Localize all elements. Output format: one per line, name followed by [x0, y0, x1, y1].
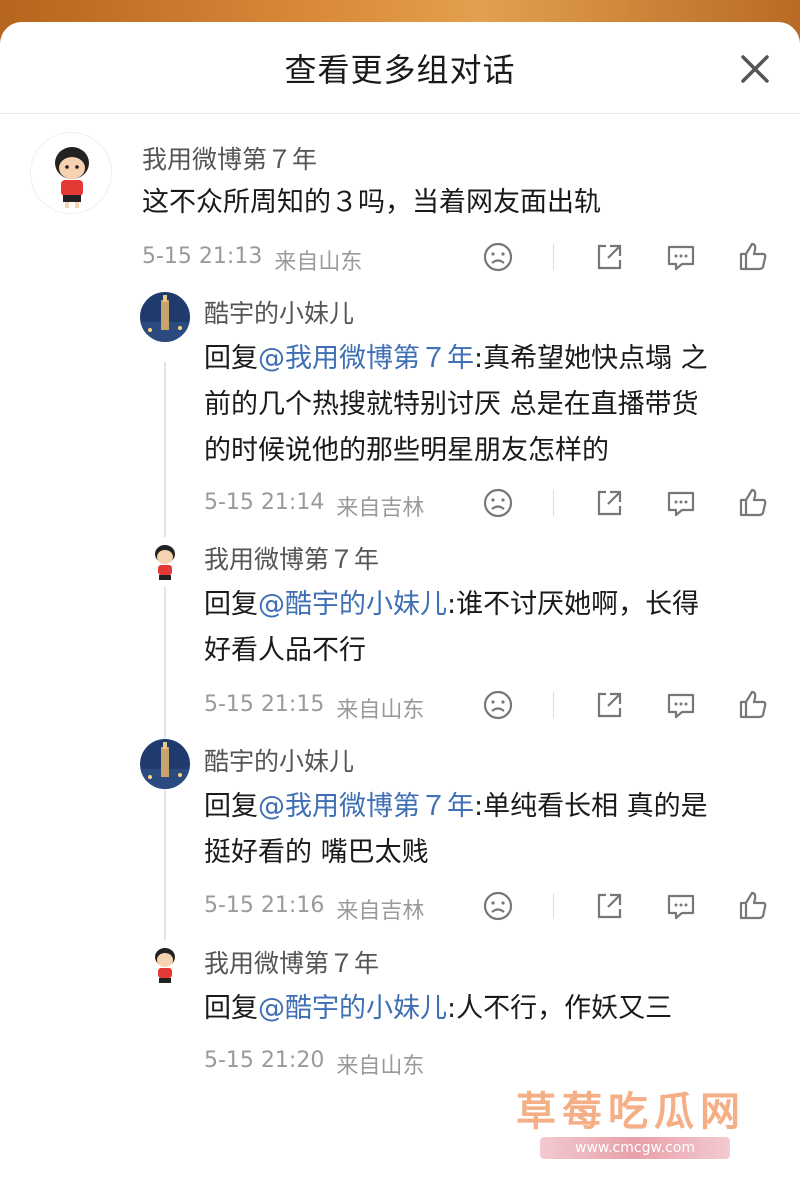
reply-prefix: 回复 [204, 343, 258, 374]
reply-meta: 5-15 21:15 来自山东 [204, 692, 424, 724]
watermark-url: www.cmcgw.com [540, 1137, 730, 1159]
watermark: 草莓吃瓜网 www.cmcgw.com [440, 1077, 800, 1167]
comment-icon[interactable] [664, 486, 698, 520]
share-icon[interactable] [592, 688, 626, 722]
page-title: 查看更多组对话 [284, 50, 516, 89]
like-icon[interactable] [736, 240, 770, 274]
reply-text: 回复@我用微博第７年:真希望她快点塌 之 前的几个热搜就特别讨厌 总是在直播带货… [204, 343, 708, 466]
dislike-face-icon[interactable] [481, 486, 515, 520]
reply-username[interactable]: 酷宇的小妹儿 [204, 294, 354, 330]
reply-actions [443, 486, 770, 520]
reply-prefix: 回复 [204, 589, 258, 620]
like-icon[interactable] [736, 688, 770, 722]
like-icon[interactable] [736, 486, 770, 520]
mention-link[interactable]: @我用微博第７年 [258, 791, 474, 822]
cartoon-boy-avatar-icon [140, 940, 190, 990]
city-night-avatar-icon [140, 739, 190, 789]
avatar[interactable] [140, 292, 190, 342]
share-icon[interactable] [592, 486, 626, 520]
reply-username[interactable]: 我用微博第７年 [204, 944, 379, 980]
comment-text: 这不众所周知的３吗，当着网友面出轨 [142, 187, 601, 218]
reply-actions [443, 889, 770, 923]
comment-username[interactable]: 我用微博第７年 [142, 140, 317, 176]
reply-text: 回复@酷宇的小妹儿:谁不讨厌她啊，长得 好看人品不行 [204, 589, 700, 666]
reply-username[interactable]: 我用微博第７年 [204, 540, 379, 576]
divider [553, 692, 554, 718]
reply-text: 回复@我用微博第７年:单纯看长相 真的是 挺好看的 嘴巴太贱 [204, 791, 708, 868]
avatar[interactable] [140, 537, 190, 587]
mention-link[interactable]: @酷宇的小妹儿 [258, 993, 447, 1024]
reply-meta: 5-15 21:14 来自吉林 [204, 490, 424, 522]
watermark-text: 草莓吃瓜网 [516, 1089, 746, 1135]
city-night-avatar-icon [140, 292, 190, 342]
reply-username[interactable]: 酷宇的小妹儿 [204, 742, 354, 778]
share-icon[interactable] [592, 889, 626, 923]
reply-source: 来自吉林 [336, 899, 425, 924]
cartoon-boy-avatar-icon [140, 537, 190, 587]
mention-link[interactable]: @酷宇的小妹儿 [258, 589, 447, 620]
comment-icon[interactable] [664, 240, 698, 274]
reply-time: 5-15 21:15 [204, 692, 325, 717]
reply-actions [443, 688, 770, 722]
comment-time: 5-15 21:13 [142, 244, 263, 269]
reply-time: 5-15 21:16 [204, 893, 325, 918]
avatar[interactable] [140, 940, 190, 990]
conversation-sheet: 查看更多组对话 我用微博第７年 这不众所周知的３吗，当着网友面出轨 5-15 2… [0, 22, 800, 1193]
close-icon[interactable] [738, 52, 772, 86]
reply-prefix: 回复 [204, 993, 258, 1024]
reply-meta: 5-15 21:16 来自吉林 [204, 893, 424, 925]
dislike-face-icon[interactable] [481, 889, 515, 923]
comment-meta: 5-15 21:13 来自山东 [142, 244, 362, 276]
divider [553, 244, 554, 270]
divider [553, 490, 554, 516]
reply-time: 5-15 21:20 [204, 1048, 325, 1073]
comment-source: 来自山东 [274, 250, 363, 275]
divider [553, 893, 554, 919]
comment-icon[interactable] [664, 688, 698, 722]
reply-source: 来自山东 [336, 1054, 425, 1079]
dislike-face-icon[interactable] [481, 688, 515, 722]
reply-source: 来自吉林 [336, 496, 425, 521]
reply-text: 回复@酷宇的小妹儿:人不行，作妖又三 [204, 993, 673, 1024]
reply-prefix: 回复 [204, 791, 258, 822]
cartoon-boy-avatar-icon [31, 133, 111, 213]
mention-link[interactable]: @我用微博第７年 [258, 343, 474, 374]
like-icon[interactable] [736, 889, 770, 923]
thread-line [164, 362, 166, 982]
avatar[interactable] [30, 132, 112, 214]
share-icon[interactable] [592, 240, 626, 274]
comment-icon[interactable] [664, 889, 698, 923]
comment-actions [443, 240, 770, 274]
sheet-header: 查看更多组对话 [0, 22, 800, 114]
avatar[interactable] [140, 739, 190, 789]
reply-time: 5-15 21:14 [204, 490, 325, 515]
reply-meta: 5-15 21:20 来自山东 [204, 1048, 424, 1080]
reply-source: 来自山东 [336, 698, 425, 723]
dislike-face-icon[interactable] [481, 240, 515, 274]
